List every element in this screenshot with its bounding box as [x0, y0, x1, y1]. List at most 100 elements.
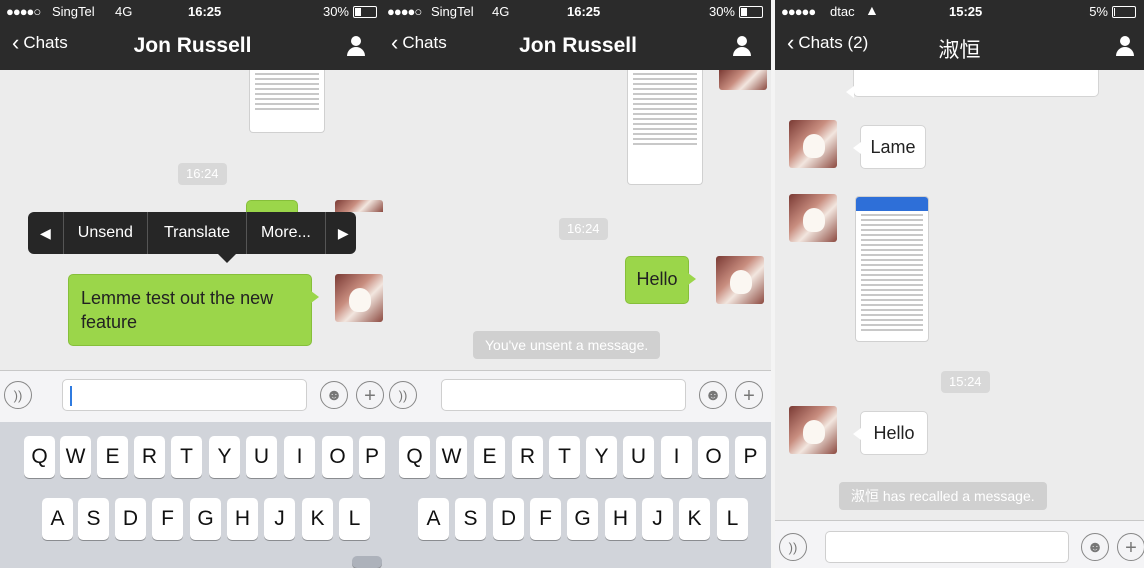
key[interactable]: T — [549, 436, 580, 478]
key[interactable]: J — [264, 498, 295, 540]
key[interactable]: A — [418, 498, 449, 540]
message-bubble-incoming[interactable]: Lame — [853, 125, 926, 169]
avatar[interactable] — [335, 274, 383, 322]
key[interactable]: L — [339, 498, 370, 540]
key[interactable]: G — [567, 498, 598, 540]
keyboard: Q W E R T Y U I O P A S D F G H J K L — [0, 422, 385, 568]
emoji-icon[interactable]: ☻ — [320, 381, 348, 409]
key[interactable]: F — [530, 498, 561, 540]
key[interactable]: W — [436, 436, 467, 478]
nav-bar: ‹ Chats Jon Russell — [0, 22, 385, 70]
avatar[interactable] — [716, 256, 764, 304]
person-icon[interactable] — [347, 36, 365, 56]
wifi-icon: ▲ — [865, 2, 879, 18]
message-input[interactable] — [825, 531, 1069, 563]
key[interactable]: S — [455, 498, 486, 540]
key[interactable]: J — [642, 498, 673, 540]
plus-icon[interactable]: + — [1117, 533, 1144, 561]
triangle-right-icon[interactable]: ▶ — [326, 212, 361, 254]
key[interactable]: U — [246, 436, 277, 478]
timestamp-chip: 16:24 — [178, 163, 227, 185]
key[interactable]: D — [493, 498, 524, 540]
key[interactable]: G — [190, 498, 221, 540]
nav-bar: ‹ Chats Jon Russell — [385, 22, 771, 70]
key[interactable]: F — [152, 498, 183, 540]
keyboard: Q W E R T Y U I O P A S D F G H J K L — [385, 422, 771, 568]
carrier-name: dtac — [830, 4, 855, 19]
key[interactable]: I — [284, 436, 315, 478]
key[interactable]: I — [661, 436, 692, 478]
key[interactable]: R — [512, 436, 543, 478]
avatar[interactable] — [789, 406, 837, 454]
status-bar: ●●●●● dtac ▲ 15:25 5% — [775, 0, 1144, 22]
plus-icon[interactable]: + — [356, 381, 384, 409]
key[interactable]: Y — [209, 436, 240, 478]
key[interactable]: A — [42, 498, 73, 540]
key[interactable]: P — [359, 436, 385, 478]
key[interactable]: D — [115, 498, 146, 540]
image-message[interactable] — [249, 70, 325, 133]
battery-indicator: 5% — [1089, 4, 1136, 19]
message-bubble-incoming[interactable] — [846, 70, 1099, 98]
shift-key[interactable] — [352, 556, 382, 568]
message-input[interactable] — [441, 379, 686, 411]
nav-bar: ‹ Chats (2) 淑恒 — [775, 22, 1144, 70]
message-input[interactable] — [62, 379, 307, 411]
text-caret — [70, 386, 72, 406]
key[interactable]: Y — [586, 436, 617, 478]
chat-title: Jon Russell — [519, 34, 637, 57]
triangle-left-icon[interactable]: ◀ — [28, 212, 64, 254]
avatar[interactable] — [335, 200, 383, 212]
chat-screen-2: ●●●●○ SingTel 4G 16:25 30% ‹ Chats Jon R… — [385, 0, 771, 568]
battery-indicator: 30% — [323, 4, 377, 19]
key[interactable]: U — [623, 436, 654, 478]
key[interactable]: E — [474, 436, 505, 478]
battery-percent: 30% — [322, 4, 349, 19]
status-time: 16:25 — [188, 4, 222, 19]
key[interactable]: O — [322, 436, 353, 478]
voice-icon[interactable]: )) — [389, 381, 417, 409]
person-icon[interactable] — [733, 36, 751, 56]
network-type: 4G — [115, 4, 133, 19]
avatar[interactable] — [789, 194, 837, 242]
key[interactable]: P — [735, 436, 766, 478]
key[interactable]: H — [605, 498, 636, 540]
carrier-name: SingTel — [431, 4, 474, 19]
plus-icon[interactable]: + — [735, 381, 763, 409]
key[interactable]: L — [717, 498, 748, 540]
key[interactable]: K — [302, 498, 333, 540]
avatar[interactable] — [719, 70, 767, 90]
key[interactable]: T — [171, 436, 202, 478]
menu-item-more[interactable]: More... — [247, 212, 326, 254]
key[interactable]: Q — [399, 436, 430, 478]
message-bubble-outgoing[interactable]: Hello — [625, 256, 696, 304]
key[interactable]: H — [227, 498, 258, 540]
status-bar: ●●●●○ SingTel 4G 16:25 30% — [0, 0, 385, 22]
key[interactable]: W — [60, 436, 91, 478]
chat-title: Jon Russell — [133, 34, 252, 57]
image-message[interactable] — [627, 70, 703, 185]
emoji-icon[interactable]: ☻ — [1081, 533, 1109, 561]
key[interactable]: O — [698, 436, 729, 478]
key[interactable]: R — [134, 436, 165, 478]
emoji-icon[interactable]: ☻ — [699, 381, 727, 409]
message-bubble-incoming[interactable]: Hello — [853, 411, 928, 455]
key[interactable]: E — [97, 436, 128, 478]
voice-icon[interactable]: )) — [4, 381, 32, 409]
key[interactable]: Q — [24, 436, 55, 478]
carrier-name: SingTel — [52, 4, 95, 19]
image-message[interactable] — [855, 196, 929, 342]
battery-icon — [739, 5, 763, 18]
menu-item-unsend[interactable]: Unsend — [64, 212, 148, 254]
menu-item-translate[interactable]: Translate — [148, 212, 248, 254]
key[interactable]: S — [78, 498, 109, 540]
screenshot-header — [856, 197, 928, 211]
signal-strength: ●●●●○ — [6, 4, 41, 19]
person-icon[interactable] — [1116, 36, 1134, 56]
input-bar: )) ☻ + — [0, 370, 385, 423]
voice-icon[interactable]: )) — [779, 533, 807, 561]
message-bubble-outgoing[interactable]: Lemme test out the new feature — [68, 274, 319, 346]
timestamp-chip: 16:24 — [559, 218, 608, 240]
key[interactable]: K — [679, 498, 710, 540]
avatar[interactable] — [789, 120, 837, 168]
